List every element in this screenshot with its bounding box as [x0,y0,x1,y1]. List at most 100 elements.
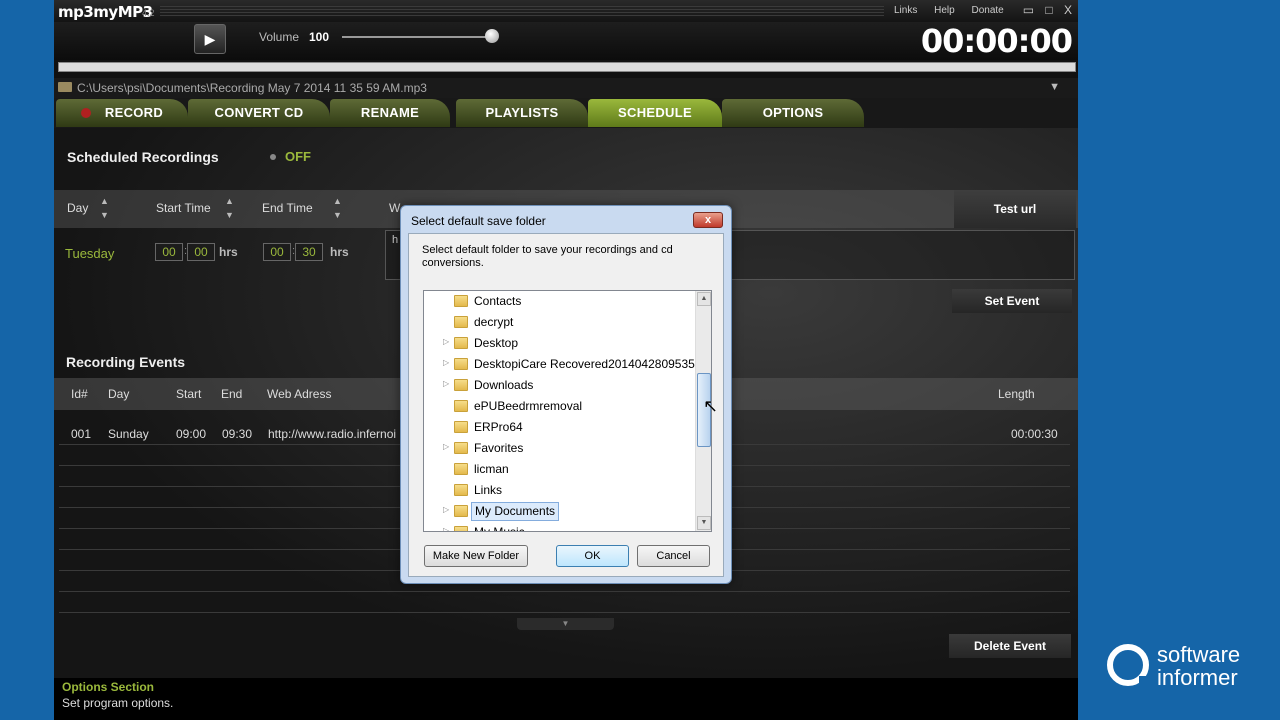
tree-item[interactable]: ▷ My Music [424,522,694,531]
tree-item[interactable]: ▷ My Documents [424,501,694,522]
start-time-header: Start Time [156,201,211,215]
folder-icon [454,358,468,370]
title-links: Links Help Donate [894,5,1018,16]
dialog-close-button[interactable]: x [693,212,723,228]
play-button[interactable]: ▶ [194,24,226,54]
tree-item[interactable]: ▷ Desktop [424,333,694,354]
end-time-spinner-icon[interactable]: ▲ ▼ [333,194,342,222]
tree-item[interactable]: Contacts [424,291,694,312]
tab-convert-cd[interactable]: CONVERT CD [188,99,330,127]
maximize-icon[interactable]: □ [1045,3,1052,17]
tree-item[interactable]: ERPro64 [424,417,694,438]
day-value[interactable]: Tuesday [65,246,114,261]
col-web-address[interactable]: Web Adress [267,387,331,401]
row-id: 001 [71,427,92,441]
dialog-body: Select default folder to save your recor… [408,233,724,577]
make-new-folder-button[interactable]: Make New Folder [424,545,528,567]
tree-item[interactable]: ePUBeedrmremoval [424,396,694,417]
record-dot-icon [80,108,91,118]
day-header: Day [67,201,89,215]
expand-icon[interactable]: ▷ [443,505,449,514]
expand-icon[interactable]: ▷ [443,337,449,346]
expand-icon[interactable]: ▷ [443,358,449,367]
col-start[interactable]: Start [176,387,201,401]
volume-slider[interactable] [342,36,492,38]
end-hrs-label: hrs [330,245,349,259]
play-icon: ▶ [204,31,216,47]
folder-icon [454,337,468,349]
tree-item[interactable]: Links [424,480,694,501]
mouse-cursor-icon: ↖ [703,396,719,416]
tab-schedule[interactable]: SCHEDULE [588,99,722,127]
software-informer-watermark: software informer [1107,642,1272,694]
app-logo: mp3myMP3 [58,3,153,21]
tree-item-label: Links [474,483,503,497]
folder-icon [454,505,468,517]
restore-icon[interactable]: ▭ [1023,3,1034,17]
dropdown-arrow-icon[interactable]: ▼ [1049,81,1060,93]
scroll-down-icon[interactable]: ▼ [697,516,711,530]
tab-playlists[interactable]: PLAYLISTS [456,99,588,127]
close-button[interactable]: X [1064,3,1072,17]
software-informer-logo-icon [1107,644,1151,688]
schedule-status-toggle[interactable]: OFF [285,149,311,164]
tab-record[interactable]: RECORD [56,99,188,127]
tab-playlists-label: PLAYLISTS [485,105,559,120]
donate-link[interactable]: Donate [972,5,1004,16]
tab-rename[interactable]: RENAME [330,99,450,127]
day-spinner-icon[interactable]: ▲ ▼ [100,194,109,222]
volume-knob[interactable] [485,29,499,43]
start-minute-input[interactable]: 00 [187,243,215,261]
delete-event-button[interactable]: Delete Event [949,634,1071,658]
player-bar: ▶ Volume 100 00:00:00 [54,22,1078,60]
tree-item[interactable]: ▷ Downloads [424,375,694,396]
web-address-header: W [389,201,401,215]
watermark-line2: informer [1157,665,1238,690]
tab-options[interactable]: OPTIONS [722,99,864,127]
links-link[interactable]: Links [894,5,917,16]
tree-item[interactable]: ▷ DesktopiCare Recovered20140428095357 [424,354,702,375]
folder-icon [454,421,468,433]
tree-item-label: Contacts [474,294,522,308]
folder-icon [454,316,468,328]
tree-item-label: ePUBeedrmremoval [474,399,583,413]
title-bar: mp3myMP3 4.2 Links Help Donate ▭ □ X [54,0,1078,22]
help-link[interactable]: Help [934,5,955,16]
tree-item[interactable]: licman [424,459,694,480]
col-end[interactable]: End [221,387,242,401]
dialog-description: Select default folder to save your recor… [422,244,673,269]
expand-icon[interactable]: ▷ [443,379,449,388]
start-hour-input[interactable]: 00 [155,243,183,261]
app-version: 4.2 [142,8,155,18]
end-time-header: End Time [262,201,313,215]
table-scroll-down-icon[interactable]: ▼ [517,618,614,630]
tree-item-label: My Documents [471,502,560,521]
test-url-button[interactable]: Test url [954,190,1076,228]
row-day: Sunday [108,427,149,441]
col-id[interactable]: Id# [71,387,88,401]
playback-progress-bar[interactable] [58,62,1076,72]
scroll-up-icon[interactable]: ▲ [697,292,711,306]
row-end: 09:30 [222,427,253,441]
set-event-button[interactable]: Set Event [952,289,1072,313]
folder-tree: ▷ My Music ▷ My Documents Links licman ▷ Favori… [423,290,712,532]
tree-item[interactable]: ▷ Favorites [424,438,694,459]
status-dot-icon[interactable] [270,154,276,160]
expand-icon[interactable]: ▷ [443,526,449,531]
folder-icon [454,379,468,391]
row-start: 09:00 [176,427,207,441]
cancel-button[interactable]: Cancel [637,545,710,567]
col-day[interactable]: Day [108,387,129,401]
table-row[interactable] [59,592,1070,613]
ok-button[interactable]: OK [556,545,629,567]
end-minute-input[interactable]: 30 [295,243,323,261]
col-length[interactable]: Length [998,387,1035,401]
main-tabs: RECORD CONVERT CD RENAME PLAYLISTS SCHED… [54,98,1078,128]
start-time-spinner-icon[interactable]: ▲ ▼ [225,194,234,222]
file-path-bar: C:\Users\psi\Documents\Recording May 7 2… [54,78,1078,98]
expand-icon[interactable]: ▷ [443,442,449,451]
folder-icon [454,295,468,307]
tree-item[interactable]: decrypt [424,312,694,333]
tree-item-label: Desktop [474,336,519,350]
end-hour-input[interactable]: 00 [263,243,291,261]
